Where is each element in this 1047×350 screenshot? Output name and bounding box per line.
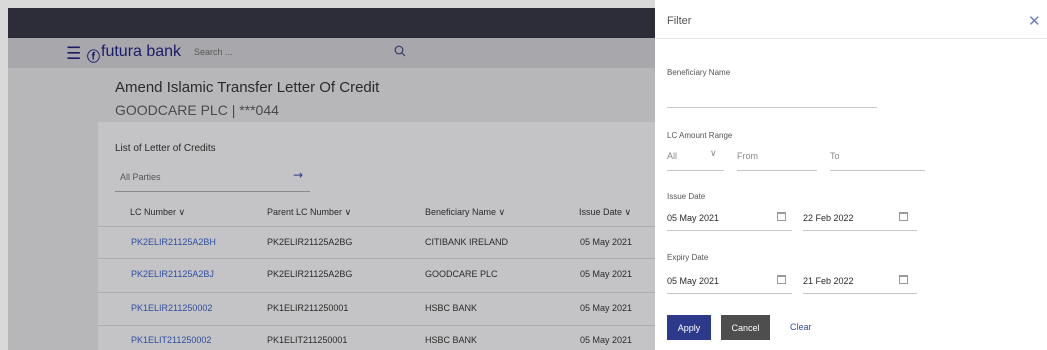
list-title: List of Letter of Credits	[115, 143, 216, 154]
issue-date: 05 May 2021	[580, 237, 633, 247]
column-header-lc-number[interactable]: LC Number ∨	[130, 207, 185, 218]
beneficiary-name: HSBC BANK	[425, 303, 478, 313]
issue-date: 05 May 2021	[580, 303, 633, 313]
search-input[interactable]: Search ...	[194, 47, 233, 57]
arrow-right-icon[interactable]: →	[293, 168, 303, 182]
calendar-icon[interactable]	[899, 212, 908, 221]
apply-button[interactable]: Apply	[667, 315, 711, 340]
lc-number-link[interactable]: PK2ELIR21125A2BH	[131, 237, 216, 247]
row-divider	[98, 325, 658, 326]
amount-to-input[interactable]: To	[830, 151, 840, 161]
lc-number-link[interactable]: PK1ELIR211250002	[131, 303, 212, 313]
chevron-down-icon[interactable]: ∨	[710, 149, 717, 159]
expiry-date-label: Expiry Date	[667, 253, 709, 262]
search-icon[interactable]	[394, 45, 406, 57]
page-subtitle: GOODCARE PLC | ***044	[115, 102, 279, 118]
parent-lc-number: PK1ELIR211250001	[267, 303, 349, 313]
beneficiary-name-label: Beneficiary Name	[667, 68, 731, 77]
close-icon[interactable]: ✕	[1028, 12, 1041, 30]
row-divider	[98, 258, 658, 259]
currency-select[interactable]: All	[667, 151, 677, 161]
chevron-down-icon: ∨	[498, 207, 506, 217]
expiry-date-to-input[interactable]: 21 Feb 2022	[803, 276, 854, 286]
issue-from-underline	[667, 230, 792, 231]
issue-to-underline	[803, 230, 917, 231]
expiry-to-underline	[803, 293, 917, 294]
brand-name: futura bank	[101, 43, 182, 60]
calendar-icon[interactable]	[777, 275, 786, 284]
issue-date-from-input[interactable]: 05 May 2021	[667, 213, 719, 223]
chevron-down-icon: ∨	[344, 207, 352, 217]
column-header-parent-lc-number[interactable]: Parent LC Number ∨	[267, 207, 351, 218]
issue-date-label: Issue Date	[667, 192, 706, 201]
lc-number-link[interactable]: PK1ELIT211250002	[131, 335, 211, 345]
amount-from-input[interactable]: From	[737, 151, 758, 161]
hamburger-menu-icon[interactable]: ☰	[66, 44, 81, 64]
column-header-beneficiary-name[interactable]: Beneficiary Name ∨	[425, 207, 505, 218]
expiry-from-underline	[667, 293, 792, 294]
chevron-down-icon: ∨	[624, 207, 632, 217]
beneficiary-name: GOODCARE PLC	[425, 269, 498, 279]
row-divider	[98, 226, 658, 227]
beneficiary-underline	[667, 107, 877, 108]
chevron-down-icon: ∨	[178, 207, 186, 217]
column-header-issue-date[interactable]: Issue Date ∨	[579, 207, 631, 218]
lc-number-link[interactable]: PK2ELIR21125A2BJ	[131, 269, 214, 279]
calendar-icon[interactable]	[899, 275, 908, 284]
amount-range-label: LC Amount Range	[667, 131, 733, 140]
amount-from-underline	[737, 170, 817, 171]
row-divider	[98, 292, 658, 293]
parties-underline	[115, 191, 310, 192]
panel-divider	[655, 38, 1047, 39]
page-title: Amend Islamic Transfer Letter Of Credit	[115, 79, 380, 96]
issue-date: 05 May 2021	[580, 335, 633, 345]
filter-title: Filter	[667, 15, 692, 27]
issue-date: 05 May 2021	[580, 269, 633, 279]
calendar-icon[interactable]	[777, 212, 786, 221]
filter-panel	[655, 0, 1047, 350]
cancel-button[interactable]: Cancel	[721, 315, 770, 340]
issue-date-to-input[interactable]: 22 Feb 2022	[803, 213, 854, 223]
clear-link[interactable]: Clear	[790, 322, 812, 332]
amount-to-underline	[830, 170, 925, 171]
parent-lc-number: PK1ELIT211250001	[267, 335, 348, 345]
beneficiary-name: HSBC BANK	[425, 335, 478, 345]
parent-lc-number: PK2ELIR21125A2BG	[267, 269, 353, 279]
currency-underline	[667, 170, 724, 171]
parent-lc-number: PK2ELIR21125A2BG	[267, 237, 353, 247]
parties-dropdown[interactable]: All Parties	[120, 172, 161, 182]
expiry-date-from-input[interactable]: 05 May 2021	[667, 276, 719, 286]
beneficiary-name: CITIBANK IRELAND	[425, 237, 509, 247]
